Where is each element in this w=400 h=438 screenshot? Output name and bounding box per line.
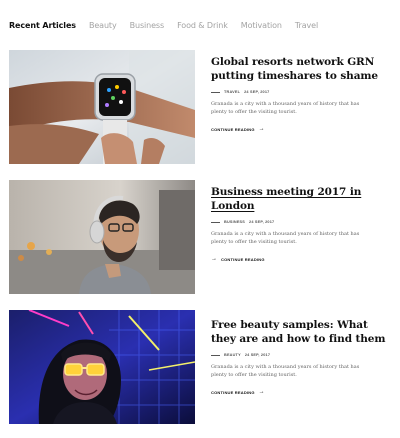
article-title[interactable]: Free beauty samples: What they are and h… <box>211 319 391 346</box>
article-info: Free beauty samples: What they are and h… <box>211 319 391 395</box>
tab-business[interactable]: Business <box>130 21 165 30</box>
tab-food-drink[interactable]: Food & Drink <box>177 21 228 30</box>
tab-motivation[interactable]: Motivation <box>241 21 282 30</box>
article-category[interactable]: TRAVEL <box>224 90 240 94</box>
article-card: Free beauty samples: What they are and h… <box>9 310 391 424</box>
article-card: Global resorts network GRN putting times… <box>9 50 391 164</box>
continue-reading-label: CONTINUE READING <box>211 389 255 395</box>
continue-reading-link[interactable]: → CONTINUE READING <box>211 256 391 262</box>
article-category[interactable]: BEAUTY <box>224 353 241 357</box>
continue-reading-label: CONTINUE READING <box>221 256 265 262</box>
article-excerpt: Granada is a city with a thousand years … <box>211 364 360 378</box>
arrow-right-icon: → <box>258 126 265 132</box>
category-tabs: Recent Articles Beauty Business Food & D… <box>9 18 391 32</box>
article-date: 24 SEP, 2017 <box>244 353 271 357</box>
continue-reading-label: CONTINUE READING <box>211 126 255 132</box>
arrow-right-icon: → <box>258 389 265 395</box>
article-date: 24 SEP, 2017 <box>249 220 275 224</box>
article-meta: TRAVEL 24 SEP, 2017 <box>211 90 391 94</box>
headphones-man-photo <box>9 180 195 294</box>
continue-reading-link[interactable]: CONTINUE READING → <box>211 126 391 132</box>
article-meta: BUSINESS 24 SEP, 2017 <box>211 220 391 224</box>
arrow-right-icon: → <box>211 256 217 262</box>
article-excerpt: Granada is a city with a thousand years … <box>211 101 360 115</box>
smartwatch-photo <box>9 50 195 164</box>
article-image-headphones[interactable] <box>9 180 195 294</box>
tab-beauty[interactable]: Beauty <box>89 21 117 30</box>
article-category[interactable]: BUSINESS <box>224 220 245 224</box>
article-title[interactable]: Global resorts network GRN putting times… <box>211 56 391 83</box>
article-info: Global resorts network GRN putting times… <box>211 56 391 132</box>
continue-reading-link[interactable]: CONTINUE READING → <box>211 389 391 395</box>
article-info: Business meeting 2017 in London BUSINESS… <box>211 186 391 262</box>
article-excerpt: Granada is a city with a thousand years … <box>211 231 360 245</box>
article-date: 24 SEP, 2017 <box>244 90 270 94</box>
meta-divider <box>211 354 220 356</box>
tab-recent-articles[interactable]: Recent Articles <box>9 21 76 30</box>
article-card: Business meeting 2017 in London BUSINESS… <box>9 180 391 294</box>
meta-divider <box>211 91 220 93</box>
article-image-smartwatch[interactable] <box>9 50 195 164</box>
article-meta: BEAUTY 24 SEP, 2017 <box>211 353 391 357</box>
meta-divider <box>211 221 220 223</box>
tab-travel[interactable]: Travel <box>295 21 318 30</box>
article-title[interactable]: Business meeting 2017 in London <box>211 186 391 213</box>
article-image-neon[interactable] <box>9 310 195 424</box>
neon-glasses-photo <box>9 310 195 424</box>
